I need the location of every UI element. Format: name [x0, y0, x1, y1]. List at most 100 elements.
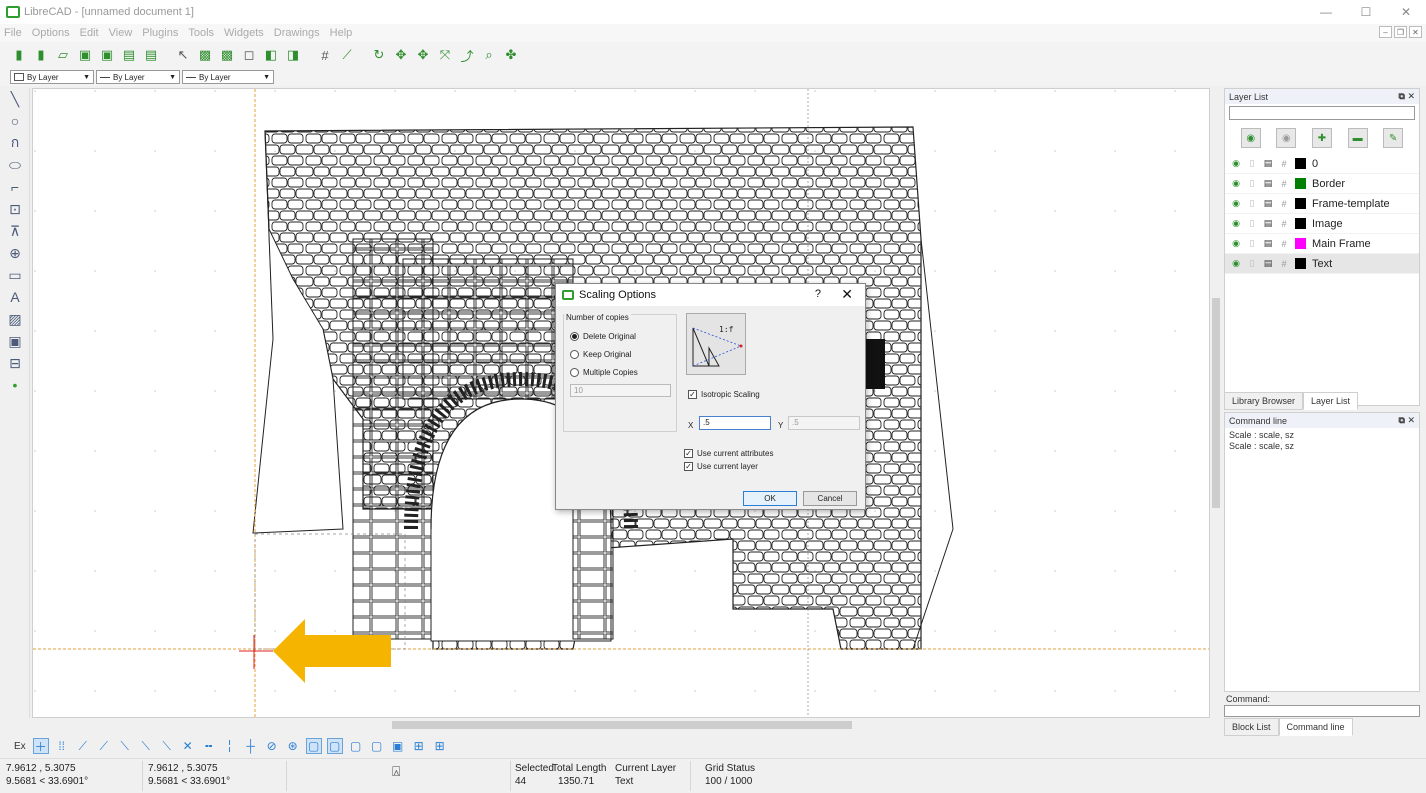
zoom-out-icon[interactable]: ✥ — [414, 46, 432, 64]
eye-icon[interactable]: ◉ — [1231, 258, 1241, 269]
draft-icon[interactable]: ⟋ — [338, 46, 356, 64]
lock-icon[interactable]: ▯ — [1247, 238, 1257, 249]
new-file-icon[interactable]: ▮ — [10, 46, 28, 64]
print-icon[interactable]: ▤ — [1263, 178, 1273, 189]
paste-icon[interactable]: ▩ — [218, 46, 236, 64]
lock-icon[interactable]: ▯ — [1247, 158, 1257, 169]
doc-close-icon[interactable]: ✕ — [1409, 26, 1422, 38]
construction-icon[interactable]: # — [1279, 159, 1289, 169]
redraw-icon[interactable]: ↻ — [370, 46, 388, 64]
layer-list-tab[interactable]: Layer List — [1303, 392, 1359, 410]
isotropic-scaling-checkbox[interactable]: ✓ Isotropic Scaling — [688, 390, 760, 399]
print-preview-icon[interactable]: ▤ — [142, 46, 160, 64]
copies-count-field[interactable]: 10 — [570, 384, 671, 397]
snap-grid-icon[interactable]: ⁞⁞ — [54, 738, 70, 754]
eye-icon[interactable]: ◉ — [1231, 218, 1241, 229]
radio-button[interactable] — [570, 350, 579, 359]
restrict-orthogonal-icon[interactable]: ┼ — [243, 738, 259, 754]
line-type-combo[interactable]: By Layer ▼ — [96, 70, 180, 84]
restrict-vertical-icon[interactable]: ╎ — [222, 738, 238, 754]
dimension-tool-icon[interactable]: ⊼ — [0, 220, 30, 242]
menu-help[interactable]: Help — [330, 27, 353, 39]
insert-icon[interactable]: ◨ — [284, 46, 302, 64]
block-icon[interactable]: ◧ — [262, 46, 280, 64]
library-browser-tab[interactable]: Library Browser — [1224, 392, 1304, 410]
snap-on-entity-icon[interactable]: ⟋ — [96, 738, 112, 754]
print-icon[interactable]: ▤ — [1263, 238, 1273, 249]
open-file-icon[interactable]: ▱ — [54, 46, 72, 64]
ellipse-tool-icon[interactable]: ⬭ — [0, 154, 30, 176]
dock-float-close-icons[interactable]: ⧉ ✕ — [1399, 415, 1415, 426]
construction-icon[interactable]: # — [1279, 179, 1289, 189]
add-toolbar-icon[interactable]: ⊞ — [411, 738, 427, 754]
cut-icon[interactable]: ◻ — [240, 46, 258, 64]
menu-drawings[interactable]: Drawings — [274, 27, 320, 39]
delete-original-radio[interactable]: Delete Original — [570, 332, 636, 341]
ok-button[interactable]: OK — [743, 491, 797, 506]
point-tool-icon[interactable]: • — [0, 374, 30, 396]
grid-icon[interactable]: # — [316, 46, 334, 64]
text-tool-icon[interactable]: A — [0, 286, 30, 308]
print-icon[interactable]: ▤ — [1263, 158, 1273, 169]
eye-icon[interactable]: ◉ — [1231, 238, 1241, 249]
dialog-close-button[interactable]: ✕ — [841, 286, 853, 303]
vertical-scrollbar[interactable] — [1210, 88, 1222, 718]
relative-zero-icon[interactable]: ⊘ — [264, 738, 280, 754]
cancel-button[interactable]: Cancel — [803, 491, 857, 506]
print-window-icon[interactable]: ▢ — [369, 738, 385, 754]
menu-edit[interactable]: Edit — [80, 27, 99, 39]
lock-relative-zero-icon[interactable]: ⊛ — [285, 738, 301, 754]
exclusive-snap-label[interactable]: Ex — [14, 741, 26, 752]
construction-icon[interactable]: # — [1279, 199, 1289, 209]
curve-tool-icon[interactable]: ก — [0, 132, 30, 154]
print-icon[interactable]: ▤ — [120, 46, 138, 64]
show-all-layers-icon[interactable]: ◉ — [1240, 128, 1261, 148]
lock-icon[interactable]: ▯ — [1247, 178, 1257, 189]
hide-all-layers-icon[interactable]: ◉ — [1276, 128, 1297, 148]
radio-button-checked[interactable] — [570, 332, 579, 341]
doc-minimize-icon[interactable]: – — [1379, 26, 1392, 38]
horizontal-scrollbar[interactable] — [32, 718, 1222, 732]
eye-icon[interactable]: ◉ — [1231, 178, 1241, 189]
layer-row[interactable]: ◉ ▯ ▤ # Border — [1225, 174, 1419, 194]
new-from-template-icon[interactable]: ▮ — [32, 46, 50, 64]
block-tool-icon[interactable]: ⊟ — [0, 352, 30, 374]
layer-row[interactable]: ◉ ▯ ▤ # Image — [1225, 214, 1419, 234]
menu-plugins[interactable]: Plugins — [142, 27, 178, 39]
layer-window-icon[interactable]: ▣ — [390, 738, 406, 754]
lock-icon[interactable]: ▯ — [1247, 198, 1257, 209]
checkbox-checked-icon[interactable]: ✓ — [684, 462, 693, 471]
layer-row[interactable]: ◉ ▯ ▤ #0 — [1225, 154, 1419, 174]
layer-row[interactable]: ◉ ▯ ▤ # Frame-template — [1225, 194, 1419, 214]
draw-window-icon[interactable]: ▢ — [305, 738, 322, 754]
multiple-copies-radio[interactable]: Multiple Copies — [570, 368, 638, 377]
close-button[interactable]: ✕ — [1386, 0, 1426, 24]
color-combo[interactable]: By Layer ▼ — [10, 70, 94, 84]
x-factor-input[interactable]: .5 — [699, 416, 771, 430]
image-tool-icon[interactable]: ▣ — [0, 330, 30, 352]
hatch-tool-icon[interactable]: ▨ — [0, 308, 30, 330]
lock-icon[interactable]: ▯ — [1247, 258, 1257, 269]
snap-distance-icon[interactable]: ⟍ — [159, 738, 175, 754]
use-current-attributes-checkbox[interactable]: ✓ Use current attributes — [684, 449, 773, 458]
eye-icon[interactable]: ◉ — [1231, 198, 1241, 209]
select-window-icon[interactable]: ▢ — [326, 738, 343, 754]
pointer-icon[interactable]: ↖ — [174, 46, 192, 64]
doc-restore-icon[interactable]: ❐ — [1394, 26, 1407, 38]
block-list-tab[interactable]: Block List — [1224, 718, 1279, 736]
line-tool-icon[interactable]: ╲ — [0, 88, 30, 110]
line-width-combo[interactable]: By Layer ▼ — [182, 70, 274, 84]
menu-view[interactable]: View — [109, 27, 133, 39]
zoom-in-icon[interactable]: ✥ — [392, 46, 410, 64]
horizontal-scroll-thumb[interactable] — [392, 721, 852, 729]
snap-free-icon[interactable]: ＋ — [32, 738, 49, 754]
save-as-icon[interactable]: ▣ — [98, 46, 116, 64]
menu-tools[interactable]: Tools — [188, 27, 214, 39]
y-factor-input[interactable]: .5 — [788, 416, 860, 430]
snap-intersection-icon[interactable]: ✕ — [180, 738, 196, 754]
construction-icon[interactable]: # — [1279, 219, 1289, 229]
print-icon[interactable]: ▤ — [1263, 198, 1273, 209]
view-window-icon[interactable]: ▢ — [348, 738, 364, 754]
snap-middle-icon[interactable]: ⟍ — [138, 738, 154, 754]
add-toolbar-alt-icon[interactable]: ⊞ — [432, 738, 448, 754]
